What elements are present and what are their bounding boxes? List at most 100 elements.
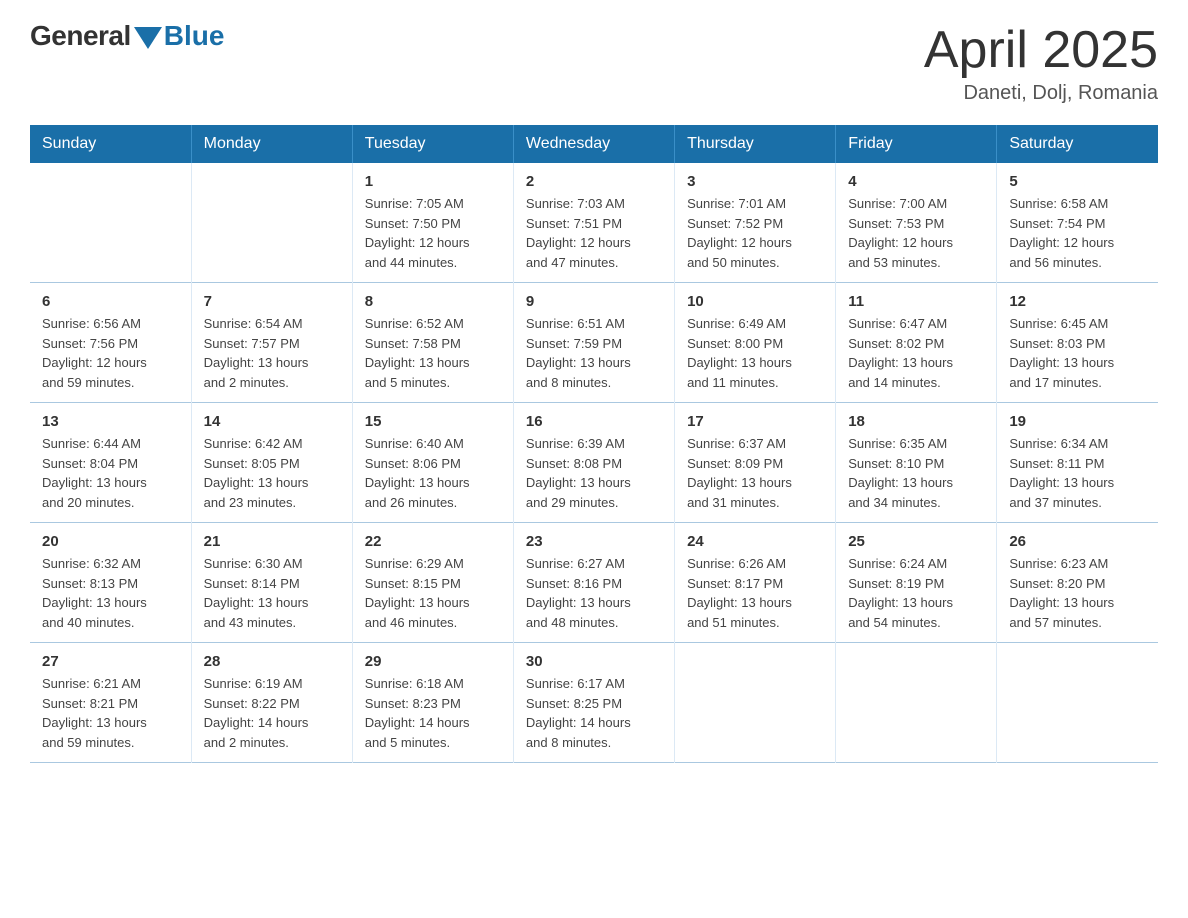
calendar-cell: 4 Sunrise: 7:00 AM Sunset: 7:53 PM Daylig… (836, 163, 997, 283)
logo-blue-text: Blue (164, 20, 225, 52)
day-info: Sunrise: 6:17 AM Sunset: 8:25 PM Dayligh… (526, 674, 662, 752)
calendar-cell: 27 Sunrise: 6:21 AM Sunset: 8:21 PM Dayli… (30, 643, 191, 763)
day-number: 15 (365, 413, 501, 430)
day-number: 11 (848, 293, 984, 310)
calendar-cell: 12 Sunrise: 6:45 AM Sunset: 8:03 PM Dayli… (997, 283, 1158, 403)
calendar-cell: 13 Sunrise: 6:44 AM Sunset: 8:04 PM Dayli… (30, 403, 191, 523)
day-number: 22 (365, 533, 501, 550)
day-number: 21 (204, 533, 340, 550)
day-info: Sunrise: 7:01 AM Sunset: 7:52 PM Dayligh… (687, 194, 823, 272)
calendar-cell: 15Sunrise: 6:40 AM Sunset: 8:06 PM Dayli… (352, 403, 513, 523)
calendar-cell: 6 Sunrise: 6:56 AM Sunset: 7:56 PM Daylig… (30, 283, 191, 403)
header-cell-thursday: Thursday (675, 125, 836, 163)
day-number: 16 (526, 413, 662, 430)
day-info: Sunrise: 6:51 AM Sunset: 7:59 PM Dayligh… (526, 314, 662, 392)
calendar-cell: 16 Sunrise: 6:39 AM Sunset: 8:08 PM Dayli… (513, 403, 674, 523)
day-info: Sunrise: 6:45 AM Sunset: 8:03 PM Dayligh… (1009, 314, 1146, 392)
logo-general-text: General (30, 20, 131, 52)
day-number: 8 (365, 293, 501, 310)
day-number: 18 (848, 413, 984, 430)
day-info: Sunrise: 6:47 AM Sunset: 8:02 PM Dayligh… (848, 314, 984, 392)
day-info: Sunrise: 6:29 AM Sunset: 8:15 PM Dayligh… (365, 554, 501, 632)
calendar-cell (675, 643, 836, 763)
week-row-1: 1Sunrise: 7:05 AM Sunset: 7:50 PM Daylig… (30, 163, 1158, 283)
calendar-cell: 3 Sunrise: 7:01 AM Sunset: 7:52 PM Daylig… (675, 163, 836, 283)
calendar-cell: 1Sunrise: 7:05 AM Sunset: 7:50 PM Daylig… (352, 163, 513, 283)
calendar-cell: 8 Sunrise: 6:52 AM Sunset: 7:58 PM Daylig… (352, 283, 513, 403)
day-info: Sunrise: 6:58 AM Sunset: 7:54 PM Dayligh… (1009, 194, 1146, 272)
calendar-cell: 18Sunrise: 6:35 AM Sunset: 8:10 PM Dayli… (836, 403, 997, 523)
day-info: Sunrise: 6:56 AM Sunset: 7:56 PM Dayligh… (42, 314, 179, 392)
calendar-cell: 7 Sunrise: 6:54 AM Sunset: 7:57 PM Daylig… (191, 283, 352, 403)
header-cell-saturday: Saturday (997, 125, 1158, 163)
calendar-cell (30, 163, 191, 283)
calendar-cell: 5 Sunrise: 6:58 AM Sunset: 7:54 PM Daylig… (997, 163, 1158, 283)
day-info: Sunrise: 7:05 AM Sunset: 7:50 PM Dayligh… (365, 194, 501, 272)
day-number: 5 (1009, 173, 1146, 190)
day-info: Sunrise: 6:37 AM Sunset: 8:09 PM Dayligh… (687, 434, 823, 512)
calendar-cell: 26Sunrise: 6:23 AM Sunset: 8:20 PM Dayli… (997, 523, 1158, 643)
calendar-cell (997, 643, 1158, 763)
day-number: 9 (526, 293, 662, 310)
calendar-cell: 17 Sunrise: 6:37 AM Sunset: 8:09 PM Dayli… (675, 403, 836, 523)
header-cell-friday: Friday (836, 125, 997, 163)
day-number: 26 (1009, 533, 1146, 550)
day-number: 25 (848, 533, 984, 550)
day-number: 27 (42, 653, 179, 670)
day-info: Sunrise: 6:32 AM Sunset: 8:13 PM Dayligh… (42, 554, 179, 632)
title-section: April 2025 Daneti, Dolj, Romania (924, 20, 1158, 105)
page-header: General Blue April 2025 Daneti, Dolj, Ro… (30, 20, 1158, 105)
calendar-cell: 29 Sunrise: 6:18 AM Sunset: 8:23 PM Dayli… (352, 643, 513, 763)
day-info: Sunrise: 6:52 AM Sunset: 7:58 PM Dayligh… (365, 314, 501, 392)
day-number: 20 (42, 533, 179, 550)
month-title: April 2025 (924, 20, 1158, 80)
calendar-cell: 23Sunrise: 6:27 AM Sunset: 8:16 PM Dayli… (513, 523, 674, 643)
day-number: 4 (848, 173, 984, 190)
calendar-body: 1Sunrise: 7:05 AM Sunset: 7:50 PM Daylig… (30, 163, 1158, 763)
logo: General Blue (30, 20, 224, 52)
day-number: 2 (526, 173, 662, 190)
day-info: Sunrise: 6:42 AM Sunset: 8:05 PM Dayligh… (204, 434, 340, 512)
header-cell-tuesday: Tuesday (352, 125, 513, 163)
day-info: Sunrise: 6:34 AM Sunset: 8:11 PM Dayligh… (1009, 434, 1146, 512)
day-info: Sunrise: 6:26 AM Sunset: 8:17 PM Dayligh… (687, 554, 823, 632)
calendar-cell: 11 Sunrise: 6:47 AM Sunset: 8:02 PM Dayli… (836, 283, 997, 403)
header-cell-monday: Monday (191, 125, 352, 163)
week-row-2: 6 Sunrise: 6:56 AM Sunset: 7:56 PM Daylig… (30, 283, 1158, 403)
day-number: 24 (687, 533, 823, 550)
calendar-cell: 10 Sunrise: 6:49 AM Sunset: 8:00 PM Dayli… (675, 283, 836, 403)
week-row-5: 27 Sunrise: 6:21 AM Sunset: 8:21 PM Dayli… (30, 643, 1158, 763)
header-cell-sunday: Sunday (30, 125, 191, 163)
calendar-cell: 22 Sunrise: 6:29 AM Sunset: 8:15 PM Dayli… (352, 523, 513, 643)
day-info: Sunrise: 6:49 AM Sunset: 8:00 PM Dayligh… (687, 314, 823, 392)
calendar-cell: 2Sunrise: 7:03 AM Sunset: 7:51 PM Daylig… (513, 163, 674, 283)
day-info: Sunrise: 6:54 AM Sunset: 7:57 PM Dayligh… (204, 314, 340, 392)
calendar-cell (836, 643, 997, 763)
calendar-cell: 28Sunrise: 6:19 AM Sunset: 8:22 PM Dayli… (191, 643, 352, 763)
day-number: 10 (687, 293, 823, 310)
day-info: Sunrise: 6:18 AM Sunset: 8:23 PM Dayligh… (365, 674, 501, 752)
day-number: 3 (687, 173, 823, 190)
day-info: Sunrise: 7:00 AM Sunset: 7:53 PM Dayligh… (848, 194, 984, 272)
day-info: Sunrise: 6:27 AM Sunset: 8:16 PM Dayligh… (526, 554, 662, 632)
day-number: 29 (365, 653, 501, 670)
logo-arrow-icon (134, 27, 162, 49)
calendar-cell: 21 Sunrise: 6:30 AM Sunset: 8:14 PM Dayli… (191, 523, 352, 643)
day-number: 6 (42, 293, 179, 310)
location-text: Daneti, Dolj, Romania (924, 82, 1158, 105)
calendar-cell: 20 Sunrise: 6:32 AM Sunset: 8:13 PM Dayli… (30, 523, 191, 643)
header-cell-wednesday: Wednesday (513, 125, 674, 163)
day-info: Sunrise: 6:44 AM Sunset: 8:04 PM Dayligh… (42, 434, 179, 512)
calendar-cell (191, 163, 352, 283)
calendar-header: SundayMondayTuesdayWednesdayThursdayFrid… (30, 125, 1158, 163)
day-info: Sunrise: 6:30 AM Sunset: 8:14 PM Dayligh… (204, 554, 340, 632)
day-info: Sunrise: 6:21 AM Sunset: 8:21 PM Dayligh… (42, 674, 179, 752)
day-number: 30 (526, 653, 662, 670)
day-number: 17 (687, 413, 823, 430)
calendar-cell: 14Sunrise: 6:42 AM Sunset: 8:05 PM Dayli… (191, 403, 352, 523)
calendar-cell: 9 Sunrise: 6:51 AM Sunset: 7:59 PM Daylig… (513, 283, 674, 403)
day-info: Sunrise: 6:39 AM Sunset: 8:08 PM Dayligh… (526, 434, 662, 512)
day-number: 12 (1009, 293, 1146, 310)
day-number: 13 (42, 413, 179, 430)
day-number: 7 (204, 293, 340, 310)
